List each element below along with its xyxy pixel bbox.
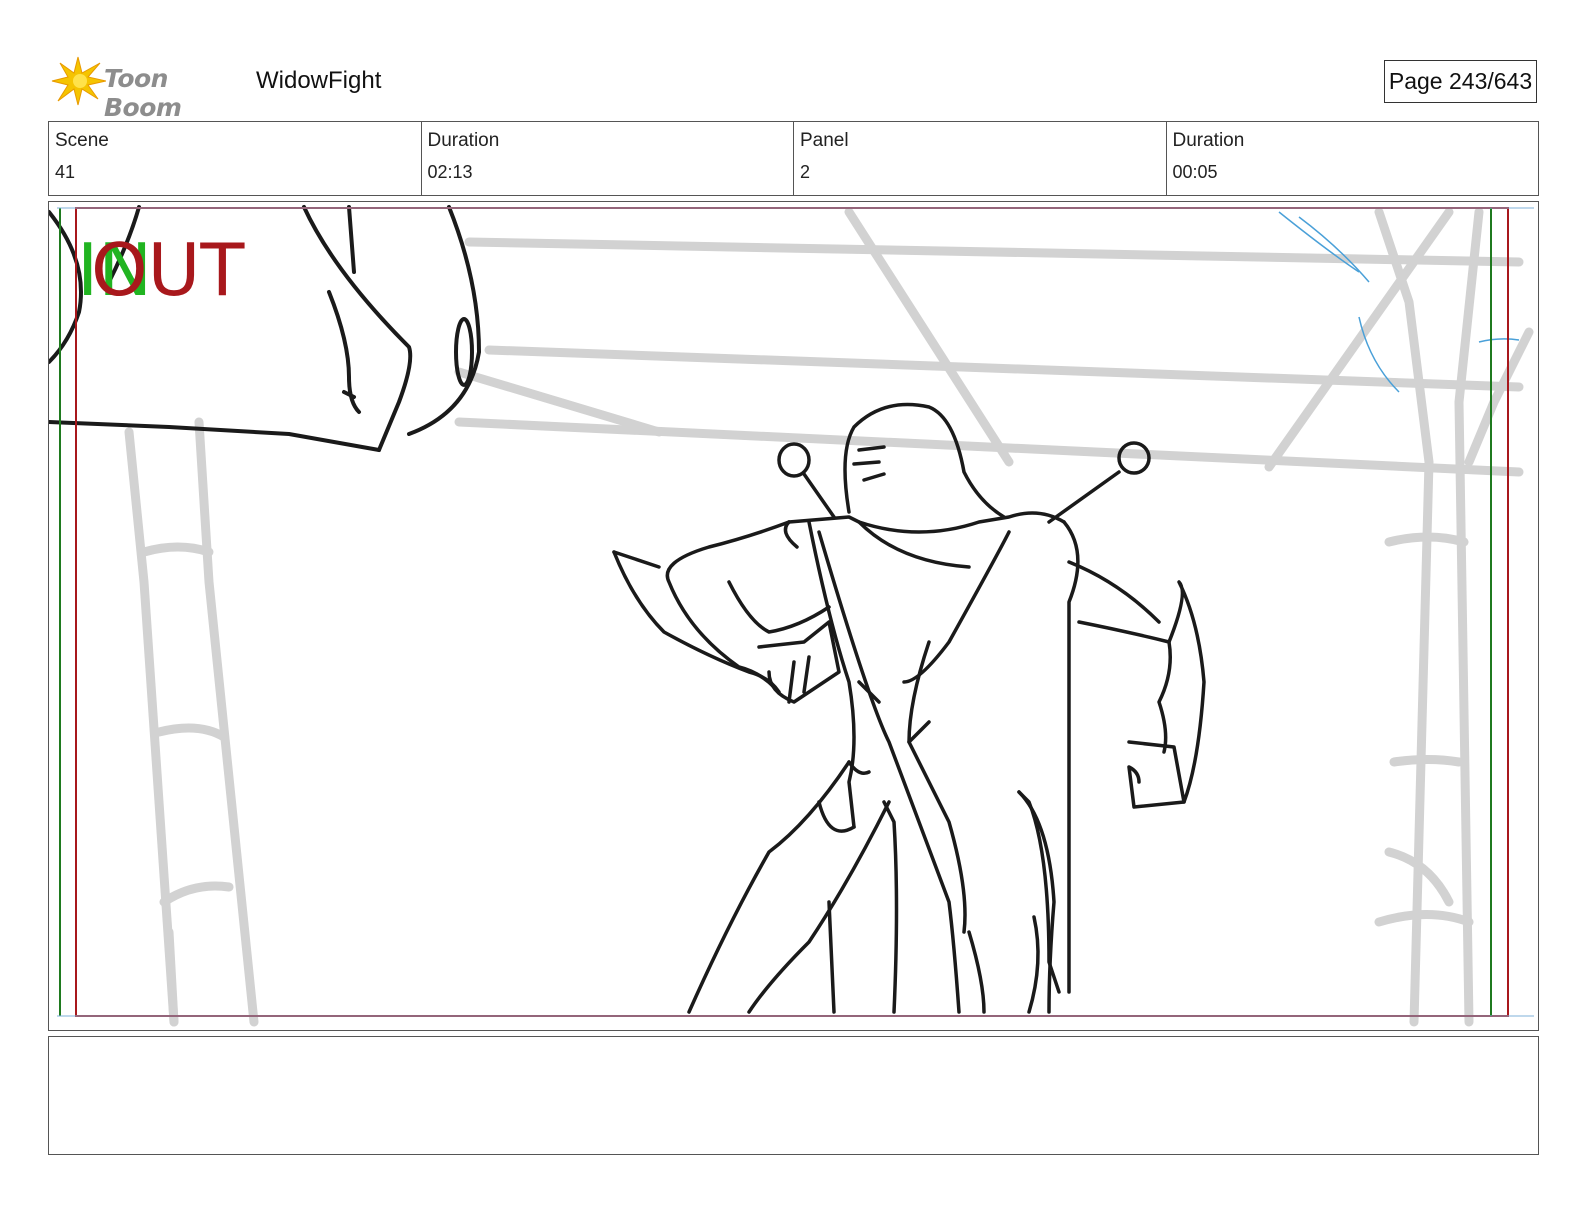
out-frame-border	[75, 207, 1509, 1017]
page-indicator: Page 243/643	[1384, 60, 1537, 103]
panel-duration-label: Duration	[1172, 130, 1245, 151]
panel-duration-value: 00:05	[1172, 162, 1218, 182]
blue-sketch-marks	[1278, 211, 1520, 393]
toon-boom-logo: Toon Boom	[50, 55, 240, 122]
scene-duration-label: Duration	[427, 130, 500, 151]
scene-value: 41	[55, 162, 76, 182]
panel-info-table: Scene 41 Duration 02:13 Panel 2 Duration…	[48, 121, 1539, 196]
starburst-icon	[51, 56, 106, 106]
cloaked-figure-sketch	[612, 402, 1206, 1014]
panel-cell: Panel 2	[793, 122, 1166, 195]
panel-drawing	[49, 205, 1534, 1027]
scene-cell: Scene 41	[49, 122, 421, 195]
scene-label: Scene	[55, 130, 109, 151]
panel-duration-cell: Duration 00:05	[1165, 122, 1539, 195]
scene-duration-value: 02:13	[427, 162, 473, 182]
logo-text: Toon Boom	[104, 64, 182, 122]
out-marker: OUT	[91, 228, 245, 312]
project-title: WidowFight	[256, 67, 382, 94]
scene-duration-cell: Duration 02:13	[420, 122, 794, 195]
panel-label: Panel	[800, 130, 849, 151]
panel-value: 2	[800, 162, 811, 182]
panel-notes-box	[48, 1036, 1539, 1155]
storyboard-panel-image: IN OUT	[48, 201, 1539, 1031]
